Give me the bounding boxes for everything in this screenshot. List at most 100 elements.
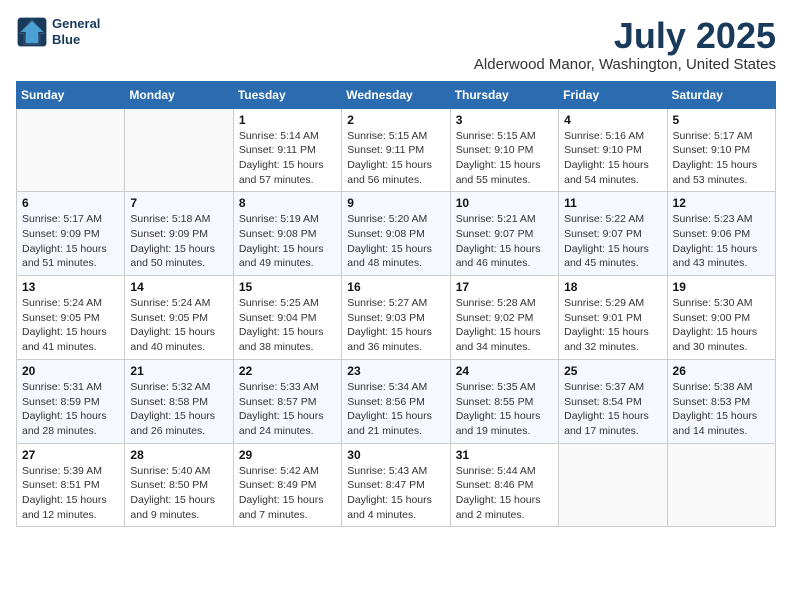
- day-info: Sunrise: 5:20 AMSunset: 9:08 PMDaylight:…: [347, 212, 444, 271]
- logo-icon: [16, 16, 48, 48]
- day-info: Sunrise: 5:29 AMSunset: 9:01 PMDaylight:…: [564, 296, 661, 355]
- calendar-cell: 9 Sunrise: 5:20 AMSunset: 9:08 PMDayligh…: [342, 192, 450, 276]
- day-info: Sunrise: 5:35 AMSunset: 8:55 PMDaylight:…: [456, 380, 553, 439]
- day-number: 4: [564, 113, 661, 127]
- day-info: Sunrise: 5:22 AMSunset: 9:07 PMDaylight:…: [564, 212, 661, 271]
- calendar-cell: 24 Sunrise: 5:35 AMSunset: 8:55 PMDaylig…: [450, 359, 558, 443]
- day-info: Sunrise: 5:24 AMSunset: 9:05 PMDaylight:…: [22, 296, 119, 355]
- day-number: 30: [347, 448, 444, 462]
- day-number: 11: [564, 196, 661, 210]
- day-number: 23: [347, 364, 444, 378]
- day-number: 5: [673, 113, 770, 127]
- day-info: Sunrise: 5:38 AMSunset: 8:53 PMDaylight:…: [673, 380, 770, 439]
- day-number: 24: [456, 364, 553, 378]
- calendar-cell: [559, 443, 667, 527]
- day-info: Sunrise: 5:17 AMSunset: 9:10 PMDaylight:…: [673, 129, 770, 188]
- calendar-cell: 23 Sunrise: 5:34 AMSunset: 8:56 PMDaylig…: [342, 359, 450, 443]
- day-number: 18: [564, 280, 661, 294]
- day-info: Sunrise: 5:43 AMSunset: 8:47 PMDaylight:…: [347, 464, 444, 523]
- calendar-cell: [125, 108, 233, 192]
- subtitle: Alderwood Manor, Washington, United Stat…: [474, 56, 776, 73]
- logo: General Blue: [16, 16, 100, 48]
- day-number: 15: [239, 280, 336, 294]
- calendar-week-row: 1 Sunrise: 5:14 AMSunset: 9:11 PMDayligh…: [17, 108, 776, 192]
- calendar-cell: 13 Sunrise: 5:24 AMSunset: 9:05 PMDaylig…: [17, 276, 125, 360]
- day-info: Sunrise: 5:42 AMSunset: 8:49 PMDaylight:…: [239, 464, 336, 523]
- day-info: Sunrise: 5:27 AMSunset: 9:03 PMDaylight:…: [347, 296, 444, 355]
- calendar-cell: 16 Sunrise: 5:27 AMSunset: 9:03 PMDaylig…: [342, 276, 450, 360]
- day-info: Sunrise: 5:32 AMSunset: 8:58 PMDaylight:…: [130, 380, 227, 439]
- day-number: 28: [130, 448, 227, 462]
- weekday-header: Friday: [559, 81, 667, 108]
- day-number: 9: [347, 196, 444, 210]
- page-header: General Blue July 2025 Alderwood Manor, …: [16, 16, 776, 73]
- calendar-cell: 4 Sunrise: 5:16 AMSunset: 9:10 PMDayligh…: [559, 108, 667, 192]
- weekday-header-row: SundayMondayTuesdayWednesdayThursdayFrid…: [17, 81, 776, 108]
- calendar-cell: 7 Sunrise: 5:18 AMSunset: 9:09 PMDayligh…: [125, 192, 233, 276]
- day-number: 20: [22, 364, 119, 378]
- calendar-table: SundayMondayTuesdayWednesdayThursdayFrid…: [16, 81, 776, 528]
- day-number: 16: [347, 280, 444, 294]
- calendar-cell: 31 Sunrise: 5:44 AMSunset: 8:46 PMDaylig…: [450, 443, 558, 527]
- day-number: 6: [22, 196, 119, 210]
- day-info: Sunrise: 5:30 AMSunset: 9:00 PMDaylight:…: [673, 296, 770, 355]
- day-info: Sunrise: 5:15 AMSunset: 9:11 PMDaylight:…: [347, 129, 444, 188]
- calendar-cell: 10 Sunrise: 5:21 AMSunset: 9:07 PMDaylig…: [450, 192, 558, 276]
- calendar-cell: 22 Sunrise: 5:33 AMSunset: 8:57 PMDaylig…: [233, 359, 341, 443]
- day-number: 1: [239, 113, 336, 127]
- calendar-week-row: 27 Sunrise: 5:39 AMSunset: 8:51 PMDaylig…: [17, 443, 776, 527]
- day-number: 14: [130, 280, 227, 294]
- day-number: 2: [347, 113, 444, 127]
- day-info: Sunrise: 5:33 AMSunset: 8:57 PMDaylight:…: [239, 380, 336, 439]
- day-info: Sunrise: 5:15 AMSunset: 9:10 PMDaylight:…: [456, 129, 553, 188]
- day-number: 7: [130, 196, 227, 210]
- day-info: Sunrise: 5:39 AMSunset: 8:51 PMDaylight:…: [22, 464, 119, 523]
- calendar-cell: 19 Sunrise: 5:30 AMSunset: 9:00 PMDaylig…: [667, 276, 775, 360]
- calendar-cell: 8 Sunrise: 5:19 AMSunset: 9:08 PMDayligh…: [233, 192, 341, 276]
- weekday-header: Tuesday: [233, 81, 341, 108]
- day-info: Sunrise: 5:18 AMSunset: 9:09 PMDaylight:…: [130, 212, 227, 271]
- weekday-header: Monday: [125, 81, 233, 108]
- weekday-header: Thursday: [450, 81, 558, 108]
- day-number: 17: [456, 280, 553, 294]
- calendar-cell: 17 Sunrise: 5:28 AMSunset: 9:02 PMDaylig…: [450, 276, 558, 360]
- calendar-cell: 20 Sunrise: 5:31 AMSunset: 8:59 PMDaylig…: [17, 359, 125, 443]
- calendar-cell: 3 Sunrise: 5:15 AMSunset: 9:10 PMDayligh…: [450, 108, 558, 192]
- day-number: 27: [22, 448, 119, 462]
- day-info: Sunrise: 5:24 AMSunset: 9:05 PMDaylight:…: [130, 296, 227, 355]
- day-info: Sunrise: 5:14 AMSunset: 9:11 PMDaylight:…: [239, 129, 336, 188]
- day-info: Sunrise: 5:40 AMSunset: 8:50 PMDaylight:…: [130, 464, 227, 523]
- day-info: Sunrise: 5:21 AMSunset: 9:07 PMDaylight:…: [456, 212, 553, 271]
- calendar-cell: 26 Sunrise: 5:38 AMSunset: 8:53 PMDaylig…: [667, 359, 775, 443]
- day-number: 31: [456, 448, 553, 462]
- calendar-cell: [17, 108, 125, 192]
- calendar-cell: 2 Sunrise: 5:15 AMSunset: 9:11 PMDayligh…: [342, 108, 450, 192]
- day-info: Sunrise: 5:16 AMSunset: 9:10 PMDaylight:…: [564, 129, 661, 188]
- calendar-cell: 1 Sunrise: 5:14 AMSunset: 9:11 PMDayligh…: [233, 108, 341, 192]
- day-number: 3: [456, 113, 553, 127]
- calendar-cell: 14 Sunrise: 5:24 AMSunset: 9:05 PMDaylig…: [125, 276, 233, 360]
- calendar-cell: 18 Sunrise: 5:29 AMSunset: 9:01 PMDaylig…: [559, 276, 667, 360]
- calendar-cell: 27 Sunrise: 5:39 AMSunset: 8:51 PMDaylig…: [17, 443, 125, 527]
- calendar-cell: 6 Sunrise: 5:17 AMSunset: 9:09 PMDayligh…: [17, 192, 125, 276]
- day-number: 10: [456, 196, 553, 210]
- calendar-cell: 12 Sunrise: 5:23 AMSunset: 9:06 PMDaylig…: [667, 192, 775, 276]
- calendar-cell: [667, 443, 775, 527]
- title-block: July 2025 Alderwood Manor, Washington, U…: [474, 16, 776, 73]
- day-number: 21: [130, 364, 227, 378]
- weekday-header: Wednesday: [342, 81, 450, 108]
- day-info: Sunrise: 5:19 AMSunset: 9:08 PMDaylight:…: [239, 212, 336, 271]
- calendar-cell: 30 Sunrise: 5:43 AMSunset: 8:47 PMDaylig…: [342, 443, 450, 527]
- weekday-header: Sunday: [17, 81, 125, 108]
- day-info: Sunrise: 5:25 AMSunset: 9:04 PMDaylight:…: [239, 296, 336, 355]
- day-info: Sunrise: 5:37 AMSunset: 8:54 PMDaylight:…: [564, 380, 661, 439]
- day-number: 8: [239, 196, 336, 210]
- day-number: 12: [673, 196, 770, 210]
- day-info: Sunrise: 5:34 AMSunset: 8:56 PMDaylight:…: [347, 380, 444, 439]
- calendar-cell: 28 Sunrise: 5:40 AMSunset: 8:50 PMDaylig…: [125, 443, 233, 527]
- calendar-cell: 15 Sunrise: 5:25 AMSunset: 9:04 PMDaylig…: [233, 276, 341, 360]
- day-info: Sunrise: 5:31 AMSunset: 8:59 PMDaylight:…: [22, 380, 119, 439]
- day-number: 13: [22, 280, 119, 294]
- calendar-cell: 11 Sunrise: 5:22 AMSunset: 9:07 PMDaylig…: [559, 192, 667, 276]
- main-title: July 2025: [474, 16, 776, 56]
